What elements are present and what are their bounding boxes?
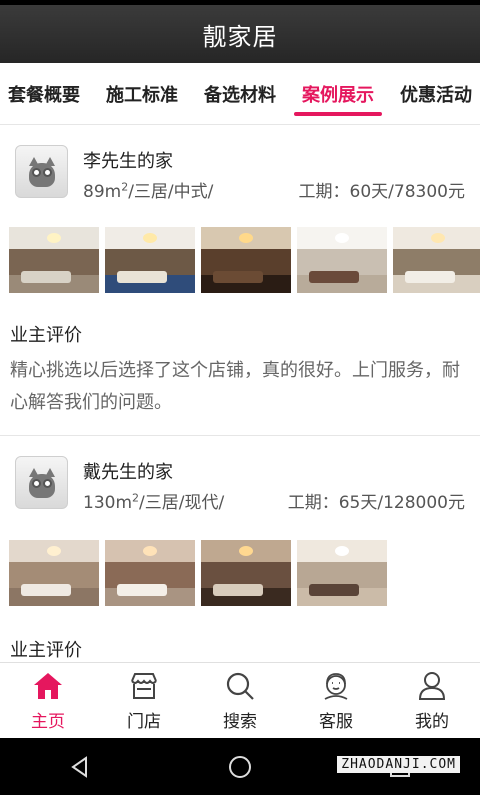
tab-optional-materials[interactable]: 备选材料 [204,63,276,125]
review-heading: 业主评价 [10,640,82,661]
tab-case-showcase[interactable]: 案例展示 [294,63,382,125]
nav-search-label: 搜索 [223,712,257,732]
case-owner-name: 李先生的家 [83,151,173,172]
user-icon [418,672,446,700]
nav-search[interactable]: 搜索 [192,663,288,738]
case-photo[interactable] [297,540,387,606]
tab-package-overview[interactable]: 套餐概要 [8,63,80,125]
case-card[interactable]: 戴先生的家 130m2/三居/现代/ 工期：65天/128000元 业主评价 [0,436,480,662]
home-icon [34,673,62,699]
review-heading: 业主评价 [10,325,82,346]
nav-customer-service-label: 客服 [319,712,353,732]
case-period-price: 工期：60天/78300元 [298,182,465,202]
tab-bar: 套餐概要 施工标准 备选材料 案例展示 优惠活动 [0,63,480,125]
watermark: ZHAODANJI.COM [337,756,460,773]
case-header: 李先生的家 89m2/三居/中式/ 工期：60天/78300元 [0,125,480,227]
customer-service-icon [324,673,348,700]
case-owner-name: 戴先生的家 [83,462,173,483]
nav-customer-service[interactable]: 客服 [288,663,384,738]
case-header: 戴先生的家 130m2/三居/现代/ 工期：65天/128000元 [0,436,480,538]
store-icon [131,673,157,699]
case-photo-strip[interactable] [0,227,480,293]
owl-avatar-icon [25,467,59,498]
nav-store[interactable]: 门店 [96,663,192,738]
case-photo[interactable] [9,227,99,293]
title-bar: 靓家居 [0,5,480,63]
case-spec: 89m2/三居/中式/ [83,180,214,202]
bottom-navigation: 主页 门店 搜索 客服 我的 [0,662,480,738]
case-photo[interactable] [393,227,480,293]
search-icon [226,672,254,700]
case-list[interactable]: 李先生的家 89m2/三居/中式/ 工期：60天/78300元 业主评价 精心挑… [0,125,480,662]
case-period-price: 工期：65天/128000元 [287,493,465,513]
review-text: 精心挑选以后选择了这个店铺，真的很好。上门服务，耐心解答我们的问题。 [10,360,460,413]
case-photo[interactable] [105,540,195,606]
nav-profile[interactable]: 我的 [384,663,480,738]
nav-store-label: 门店 [127,712,161,732]
case-photo[interactable] [9,540,99,606]
tab-construction-standard[interactable]: 施工标准 [106,63,178,125]
nav-home-label: 主页 [31,712,65,732]
owner-avatar [15,145,68,198]
home-circle-icon[interactable] [227,754,253,780]
case-spec: 130m2/三居/现代/ [83,491,225,513]
nav-profile-label: 我的 [415,712,449,732]
back-icon[interactable] [67,754,93,780]
owner-avatar [15,456,68,509]
system-navigation-bar: ZHAODANJI.COM [0,738,480,795]
tab-promotions[interactable]: 优惠活动 [400,63,472,125]
case-photo[interactable] [105,227,195,293]
owl-avatar-icon [25,156,59,187]
case-photo-strip[interactable] [0,540,480,606]
case-photo[interactable] [201,227,291,293]
case-photo[interactable] [297,227,387,293]
nav-home[interactable]: 主页 [0,663,96,738]
case-photo[interactable] [201,540,291,606]
case-card[interactable]: 李先生的家 89m2/三居/中式/ 工期：60天/78300元 业主评价 精心挑… [0,125,480,436]
app-title: 靓家居 [202,22,278,51]
